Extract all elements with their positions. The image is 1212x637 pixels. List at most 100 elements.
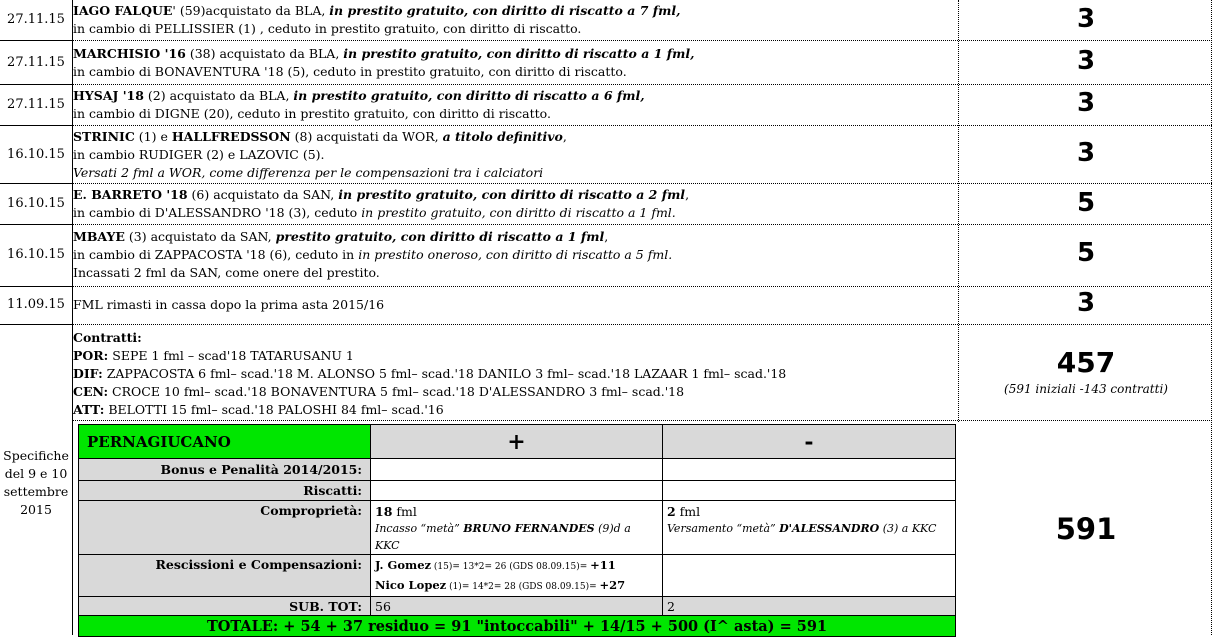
transfer-terms: a titolo definitivo	[442, 129, 563, 144]
description-line: in cambio di PELLISSIER (1) , ceduto in …	[73, 21, 582, 36]
calc-text: (1)= 14*2= 28 (GDS 08.09.15)=	[446, 582, 600, 592]
calc-text: (15)= 13*2= 26 (GDS 08.09.15)=	[431, 562, 591, 572]
transfer-terms: prestito gratuito, con diritto di riscat…	[275, 229, 605, 244]
specifiche-label: Specifiche del 9 e 10 settembre 2015	[3, 448, 69, 517]
row-divider	[0, 84, 73, 85]
row-description: STRINIC (1) e HALLFREDSSON (8) acquistat…	[73, 128, 958, 182]
player-name: BRUNO FERNANDES	[463, 522, 595, 535]
player-name: IAGO FALQUE	[73, 3, 173, 18]
contracts-value: 457	[1056, 346, 1116, 379]
minus-header: -	[662, 424, 956, 459]
description-terms: in prestito gratuito, con diritto di ris…	[361, 205, 676, 220]
description-line: Incassati 2 fml da SAN, come onere del p…	[73, 265, 380, 280]
pernagiucano-table: PERNAGIUCANO + - Bonus e Penalità 2014/2…	[78, 424, 956, 637]
comproprieta-label: Comproprietà:	[78, 500, 371, 555]
compro-plus-amount: 18	[375, 504, 393, 519]
contracts-line: CROCE 10 fml– scad.'18 BONAVENTURA 5 fml…	[108, 384, 685, 399]
description-line: FML rimasti in cassa dopo la prima asta …	[73, 297, 385, 312]
description-text: ,	[604, 229, 609, 244]
description-line: in cambio RUDIGER (2) e LAZOVIC (5).	[73, 147, 325, 162]
row-description: HYSAJ '18 (2) acquistato da BLA, in pres…	[73, 87, 958, 123]
subtot-minus: 2	[662, 596, 956, 616]
riscatti-label: Riscatti:	[78, 480, 371, 501]
pernagiucano-value: 591	[1055, 512, 1117, 546]
row-divider	[73, 40, 1212, 41]
player-name: HYSAJ '18	[73, 88, 144, 103]
row-divider	[73, 420, 1212, 421]
row-divider	[73, 324, 1212, 325]
row-date: 11.09.15	[7, 297, 65, 312]
row-description: IAGO FALQUE' (59)acquistato da BLA, in p…	[73, 2, 958, 38]
row-divider	[73, 224, 1212, 225]
contracts-line: ZAPPACOSTA 6 fml– scad.'18 M. ALONSO 5 f…	[102, 366, 787, 381]
team-title: PERNAGIUCANO	[78, 424, 371, 459]
player-name: Nico Lopez	[375, 578, 447, 592]
totale-row: TOTALE: + 54 + 37 residuo = 91 "intoccab…	[78, 615, 956, 637]
role-label: ATT:	[73, 402, 105, 417]
row-description: FML rimasti in cassa dopo la prima asta …	[73, 296, 958, 314]
contracts-title: Contratti:	[73, 330, 142, 345]
row-divider	[73, 125, 1212, 126]
description-line: in cambio di DIGNE (20), ceduto in prest…	[73, 106, 551, 121]
row-value: 3	[1076, 4, 1096, 34]
description-text: in cambio di D'ALESSANDRO '18 (3), cedut…	[73, 205, 362, 220]
contracts-list: Contratti: POR: SEPE 1 fml – scad'18 TAT…	[73, 329, 958, 419]
description-text: ,	[685, 187, 690, 202]
row-value: 3	[1076, 288, 1096, 318]
contracts-line: BELOTTI 15 fml– scad.'18 PALOSHI 84 fml–…	[104, 402, 444, 417]
row-divider	[0, 286, 73, 287]
row-divider	[73, 84, 1212, 85]
rescissioni-minus-cell	[662, 554, 956, 597]
row-divider	[73, 183, 1212, 184]
unit-text: fml	[392, 504, 417, 519]
transfer-terms: in prestito gratuito, con diritto di ris…	[343, 46, 695, 61]
bonus-label: Bonus e Penalità 2014/2015:	[78, 458, 371, 481]
subtot-plus: 56	[370, 596, 663, 616]
description-note: Versati 2 fml a WOR, come differenza per…	[73, 165, 544, 180]
row-value: 3	[1076, 138, 1096, 168]
player-name: MARCHISIO '16	[73, 46, 186, 61]
row-date: 27.11.15	[7, 55, 65, 70]
riscatti-plus-cell	[370, 480, 663, 501]
row-divider	[0, 224, 73, 225]
description-text: ' (59)acquistato da BLA,	[172, 3, 330, 18]
comproprieta-minus-cell: 2 fml Versamento “metà” D'ALESSANDRO (3)…	[662, 500, 956, 555]
compro-minus-amount: 2	[667, 504, 676, 519]
description-text: (2) acquistato da BLA,	[143, 88, 294, 103]
description-text: (8) acquistati da WOR,	[290, 129, 443, 144]
row-description: MBAYE (3) acquistato da SAN, prestito gr…	[73, 228, 958, 282]
description-text: ,	[562, 129, 567, 144]
description-text: (6) acquistato da SAN,	[187, 187, 339, 202]
player-name: D'ALESSANDRO	[779, 522, 880, 535]
player-name: J. Gomez	[375, 558, 432, 572]
resc-value: +27	[599, 578, 626, 592]
row-value: 5	[1076, 188, 1096, 218]
row-date: 16.10.15	[7, 247, 65, 262]
note-text: Incasso “metà”	[375, 522, 464, 535]
row-description: MARCHISIO '16 (38) acquistato da BLA, in…	[73, 45, 958, 81]
transfer-terms: in prestito gratuito, con diritto di ris…	[338, 187, 686, 202]
role-label: POR:	[73, 348, 109, 363]
contracts-note: (591 iniziali -143 contratti)	[1004, 382, 1168, 396]
resc-value: +11	[590, 558, 616, 572]
row-date: 16.10.15	[7, 196, 65, 211]
note-text: (3) a KKC	[879, 522, 937, 535]
row-date: 27.11.15	[7, 97, 65, 112]
row-divider	[0, 125, 73, 126]
unit-text: fml	[675, 504, 701, 519]
description-text: in cambio di ZAPPACOSTA '18 (6), ceduto …	[73, 247, 359, 262]
riscatti-minus-cell	[662, 480, 956, 501]
transfer-terms: in prestito gratuito, con diritto di ris…	[329, 3, 681, 18]
player-name: HALLFREDSSON	[171, 129, 291, 144]
subtot-label: SUB. TOT:	[78, 596, 371, 616]
transfer-terms: in prestito gratuito, con diritto di ris…	[293, 88, 645, 103]
description-text: (3) acquistato da SAN,	[124, 229, 276, 244]
rescissioni-plus-cell: J. Gomez (15)= 13*2= 26 (GDS 08.09.15)= …	[370, 554, 663, 597]
bonus-plus-cell	[370, 458, 663, 481]
row-divider	[0, 183, 73, 184]
comproprieta-plus-cell: 18 fml Incasso “metà” BRUNO FERNANDES (9…	[370, 500, 663, 555]
row-divider	[0, 324, 73, 325]
rescissioni-label: Rescissioni e Compensazioni:	[78, 554, 371, 597]
description-text: (1) e	[134, 129, 172, 144]
description-text: (38) acquistato da BLA,	[185, 46, 344, 61]
